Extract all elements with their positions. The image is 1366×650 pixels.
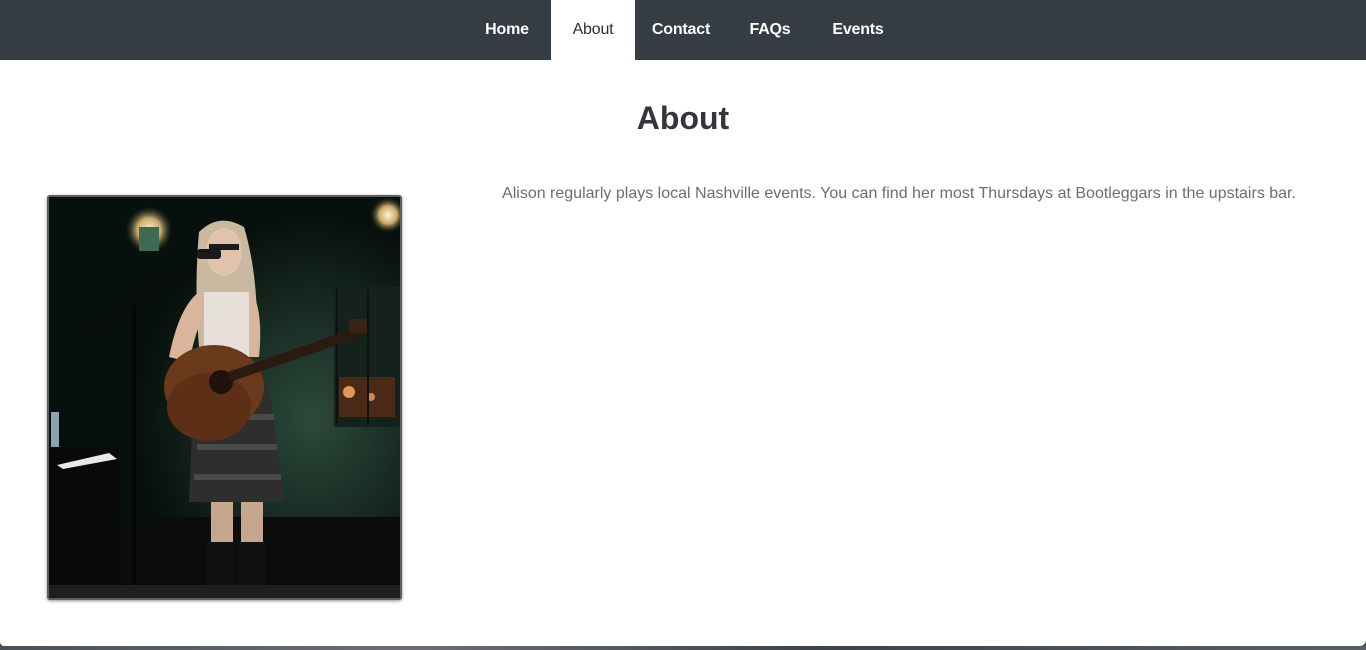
performer-photo: [47, 195, 402, 600]
nav-item-about[interactable]: About: [551, 0, 635, 60]
page-bottom-edge: [0, 646, 1366, 650]
nav-item-faqs[interactable]: FAQs: [727, 0, 813, 60]
nav-item-contact[interactable]: Contact: [635, 0, 727, 60]
page-title: About: [636, 100, 730, 136]
about-description: Alison regularly plays local Nashville e…: [502, 185, 1296, 202]
nav-item-home[interactable]: Home: [463, 0, 551, 60]
performer-photo-image: [49, 197, 400, 598]
top-navigation: Home About Contact FAQs Events: [0, 0, 1366, 60]
nav-item-events[interactable]: Events: [813, 0, 903, 60]
about-page: About Alison regularly plays local Nashv…: [0, 60, 1366, 646]
